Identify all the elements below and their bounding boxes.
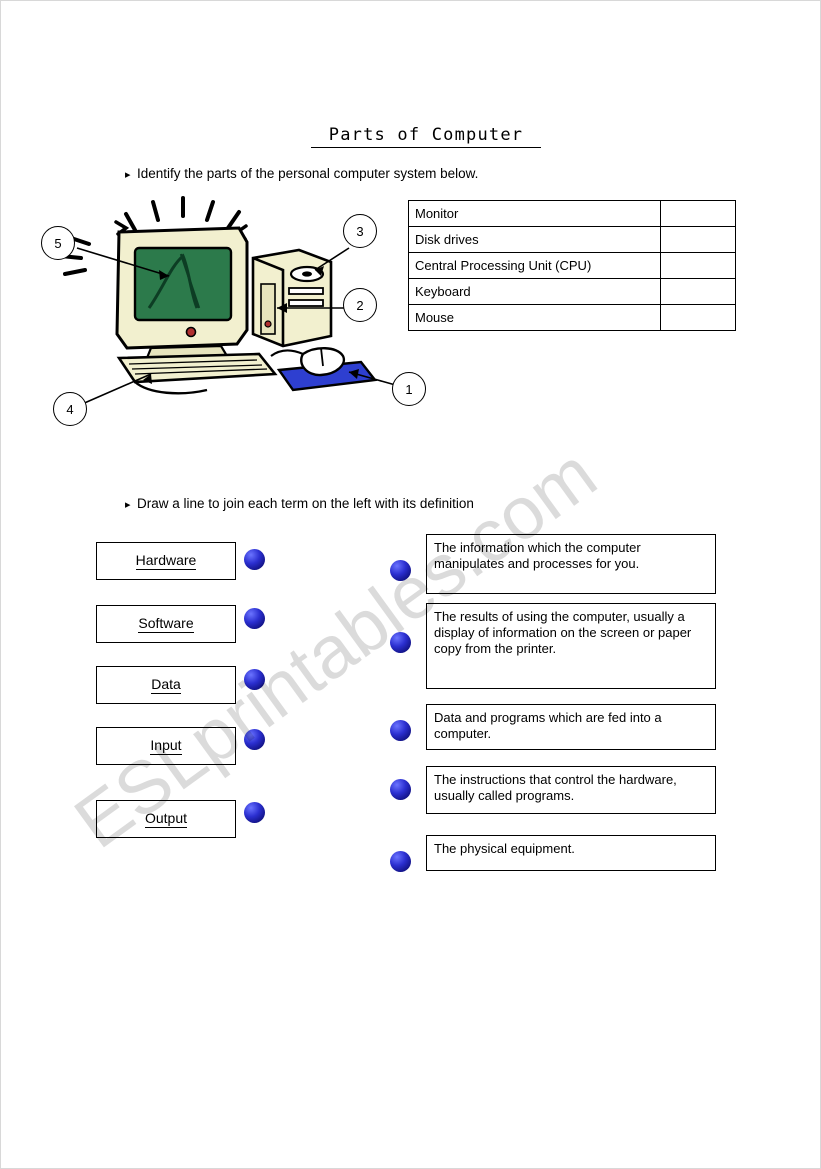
exercise1-instruction-text: Identify the parts of the personal compu…	[137, 166, 479, 181]
definition-hardware[interactable]: The physical equipment.	[426, 835, 716, 871]
exercise2-instruction-text: Draw a line to join each term on the lef…	[137, 496, 474, 511]
part-label: Central Processing Unit (CPU)	[408, 252, 661, 279]
callout-2: 2	[343, 288, 377, 322]
term-data[interactable]: Data	[96, 666, 236, 704]
exercise2-instruction: ▸ Draw a line to join each term on the le…	[125, 496, 474, 511]
term-label: Input	[150, 737, 182, 755]
definition-output[interactable]: The results of using the computer, usual…	[426, 603, 716, 689]
table-row: Keyboard	[408, 278, 736, 305]
exercise1-instruction: ▸ Identify the parts of the personal comp…	[125, 166, 478, 181]
part-answer-cell[interactable]	[660, 226, 736, 253]
callout-3: 3	[343, 214, 377, 248]
bullet-icon: ▸	[125, 169, 131, 181]
definition-connector-dot[interactable]	[390, 851, 411, 872]
term-label: Data	[151, 676, 181, 694]
term-label: Output	[144, 810, 188, 828]
definition-connector-dot[interactable]	[390, 720, 411, 741]
term-software[interactable]: Software	[96, 605, 236, 643]
page-title: Parts of Computer	[311, 125, 541, 148]
part-label: Mouse	[408, 304, 661, 331]
table-row: Central Processing Unit (CPU)	[408, 252, 736, 279]
term-connector-dot[interactable]	[244, 549, 265, 570]
term-connector-dot[interactable]	[244, 669, 265, 690]
part-answer-cell[interactable]	[660, 252, 736, 279]
parts-table: Monitor Disk drives Central Processing U…	[408, 200, 736, 331]
part-label: Keyboard	[408, 278, 661, 305]
definition-connector-dot[interactable]	[390, 632, 411, 653]
term-label: Software	[138, 615, 194, 633]
term-label: Hardware	[135, 552, 197, 570]
callout-5: 5	[41, 226, 75, 260]
part-label: Monitor	[408, 200, 661, 227]
table-row: Disk drives	[408, 226, 736, 253]
part-answer-cell[interactable]	[660, 278, 736, 305]
definition-input[interactable]: Data and programs which are fed into a c…	[426, 704, 716, 750]
definition-connector-dot[interactable]	[390, 779, 411, 800]
table-row: Mouse	[408, 304, 736, 331]
term-connector-dot[interactable]	[244, 802, 265, 823]
worksheet-page: Parts of Computer ▸ Identify the parts of…	[0, 0, 821, 1169]
part-answer-cell[interactable]	[660, 200, 736, 227]
term-input[interactable]: Input	[96, 727, 236, 765]
table-row: Monitor	[408, 200, 736, 227]
bullet-icon: ▸	[125, 499, 131, 511]
definition-connector-dot[interactable]	[390, 560, 411, 581]
part-label: Disk drives	[408, 226, 661, 253]
part-answer-cell[interactable]	[660, 304, 736, 331]
term-connector-dot[interactable]	[244, 608, 265, 629]
callout-1: 1	[392, 372, 426, 406]
term-output[interactable]: Output	[96, 800, 236, 838]
callout-4: 4	[53, 392, 87, 426]
definition-software[interactable]: The instructions that control the hardwa…	[426, 766, 716, 814]
term-connector-dot[interactable]	[244, 729, 265, 750]
definition-data[interactable]: The information which the computer manip…	[426, 534, 716, 594]
term-hardware[interactable]: Hardware	[96, 542, 236, 580]
